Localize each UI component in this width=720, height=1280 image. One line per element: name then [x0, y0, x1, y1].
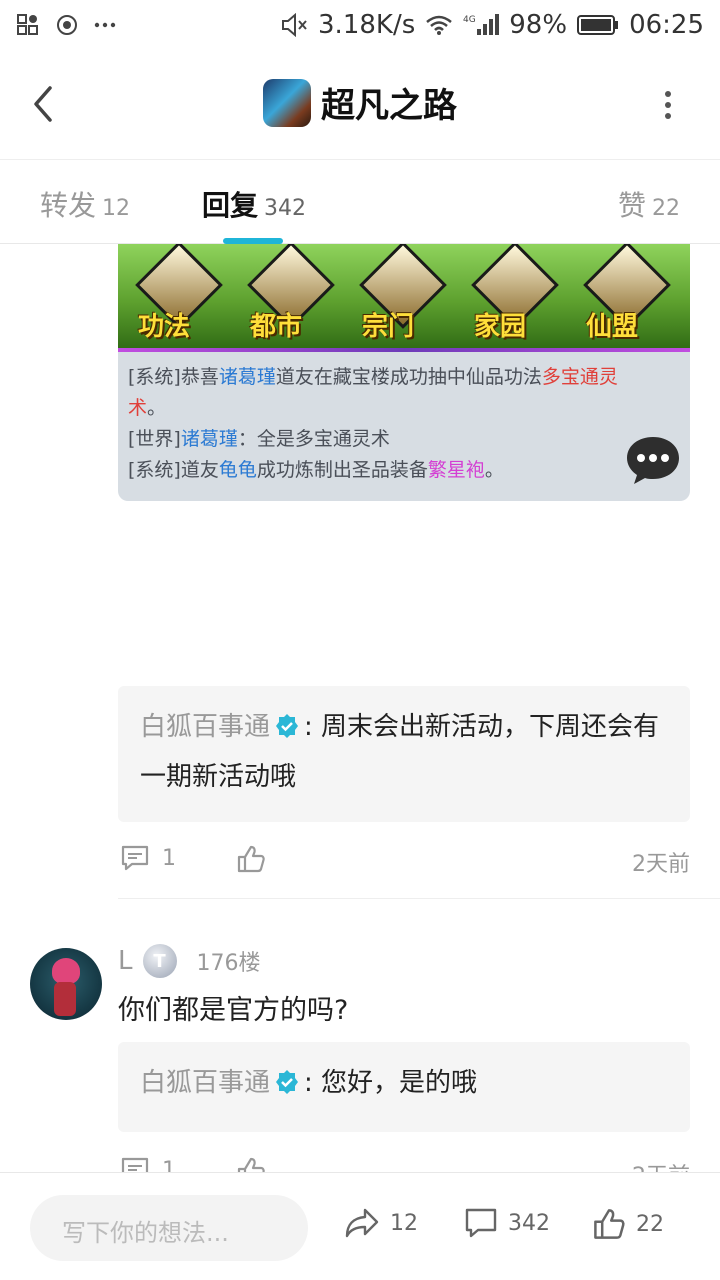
verified-badge-icon [274, 1064, 300, 1110]
chat-log-segment: 龟龟 [218, 459, 257, 481]
share-forward-icon [345, 1208, 379, 1238]
comment-icon [121, 845, 149, 871]
top-nav-bar: 超凡之路 [0, 50, 720, 160]
username[interactable]: L [118, 946, 133, 976]
game-app-icon [263, 78, 311, 127]
chat-log-segment: 诸葛瑾 [180, 428, 238, 450]
vertical-dots-icon [665, 91, 671, 119]
chat-log-segment: 成功炼制出圣品装备 [256, 459, 428, 481]
thumbs-up-icon [237, 845, 265, 873]
tab-reply-label: 回复 [202, 189, 259, 222]
reply-author[interactable]: 白狐百事通 [140, 712, 270, 742]
floor-number: 176楼 [196, 951, 261, 976]
comment-icon [465, 1208, 497, 1238]
sub-reply[interactable]: 白狐百事通 : 您好，是的哦 [118, 1042, 690, 1132]
bottom-action-bar: 写下你的想法... 12 342 22 [0, 1172, 720, 1280]
chat-log-line: [世界]诸葛瑾：全是多宝通灵术 [128, 424, 638, 455]
sub-reply[interactable]: 白狐百事通: 周末会出新活动，下周还会有一期新活动哦 [118, 686, 690, 822]
chat-log-segment: 。 [147, 397, 167, 419]
more-options-button[interactable] [664, 90, 672, 120]
tab-forward[interactable]: 转发 12 [40, 184, 130, 224]
net-speed: 3.18K/s [318, 10, 416, 40]
reply-author[interactable]: 白狐百事通 [140, 1068, 270, 1098]
like-button[interactable]: 22 [592, 1207, 664, 1241]
comment-time: 2天前 [632, 852, 690, 877]
banner-divider [118, 348, 690, 352]
tab-like-count: 22 [652, 196, 681, 221]
level-badge-icon: T [142, 944, 177, 978]
comment-count: 1 [162, 845, 176, 871]
game-menu-item: 功法 [132, 244, 232, 346]
tab-forward-count: 12 [102, 196, 131, 221]
wifi-icon [425, 14, 453, 36]
title-area: 超凡之路 [0, 78, 720, 127]
divider [118, 898, 720, 899]
tab-bar: 转发 12 回复 342 赞 22 [0, 160, 720, 244]
battery-icon [577, 14, 619, 36]
tab-reply[interactable]: 回复 342 [202, 184, 306, 224]
tab-like-label: 赞 [618, 189, 647, 222]
chat-log-segment: 繁星袍 [427, 459, 485, 481]
verified-badge-icon [274, 708, 300, 754]
clock: 06:25 [629, 10, 704, 40]
battery-percent: 98% [509, 10, 568, 40]
chat-log-segment: [系统]道友 [128, 459, 219, 481]
comment-image[interactable]: 功法 都市 宗门 家园 仙盟 [系统]恭喜诸葛瑾道友在藏宝楼成功抽中仙品功法多宝… [118, 244, 690, 501]
game-menu-item: 仙盟 [580, 244, 680, 346]
comment-button[interactable]: 342 [464, 1207, 550, 1239]
tab-forward-label: 转发 [40, 189, 97, 222]
chat-log-segment: 诸葛瑾 [218, 366, 276, 388]
tab-like[interactable]: 赞 22 [618, 184, 680, 224]
signal-icon: 4G [463, 13, 500, 37]
comment-list[interactable]: 功法 都市 宗门 家园 仙盟 [系统]恭喜诸葛瑾道友在藏宝楼成功抽中仙品功法多宝… [0, 244, 720, 1174]
comment-header: L T 176楼 [118, 944, 261, 978]
tab-reply-count: 342 [264, 196, 307, 221]
chat-log-segment: [世界] [128, 428, 181, 450]
chat-log-segment: [系统]恭喜 [128, 366, 219, 388]
chat-log-line: [系统]恭喜诸葛瑾道友在藏宝楼成功抽中仙品功法多宝通灵术。 [128, 362, 638, 424]
like-button[interactable] [236, 844, 266, 874]
like-count: 22 [636, 1211, 664, 1237]
status-bar: 3.18K/s 4G 98% 06:25 [0, 0, 720, 50]
game-chat-log: [系统]恭喜诸葛瑾道友在藏宝楼成功抽中仙品功法多宝通灵术。 [世界]诸葛瑾：全是多… [128, 362, 638, 486]
game-menu-item: 宗门 [356, 244, 456, 346]
chat-log-line: [系统]道友龟龟成功炼制出圣品装备繁星袍。 [128, 455, 638, 486]
game-menu-banner: 功法 都市 宗门 家园 仙盟 [118, 244, 690, 350]
comment-button[interactable]: 1 [120, 844, 176, 872]
forward-count: 12 [390, 1210, 418, 1236]
app-grid-icon [16, 13, 40, 37]
record-icon [56, 14, 78, 36]
chat-log-segment: 。 [484, 459, 504, 481]
avatar[interactable] [30, 948, 102, 1020]
chat-bubble-icon [624, 434, 682, 486]
thumbs-up-icon [594, 1209, 625, 1239]
mute-icon [280, 13, 308, 37]
comment-input[interactable]: 写下你的想法... [30, 1195, 308, 1261]
chat-log-segment: 道友在藏宝楼成功抽中仙品功法 [275, 366, 542, 388]
chat-log-segment: ：全是多宝通灵术 [237, 428, 390, 450]
game-menu-item: 都市 [244, 244, 344, 346]
reply-text: : 您好，是的哦 [304, 1068, 478, 1098]
game-menu-item: 家园 [468, 244, 568, 346]
comment-actions: 1 2天前 [118, 844, 690, 884]
comment-text: 你们都是官方的吗? [118, 995, 349, 1026]
comment-count: 342 [508, 1210, 550, 1236]
forward-button[interactable]: 12 [344, 1207, 418, 1239]
page-title: 超凡之路 [321, 86, 457, 126]
more-notifications-icon [94, 22, 116, 28]
network-type: 4G [463, 15, 476, 25]
